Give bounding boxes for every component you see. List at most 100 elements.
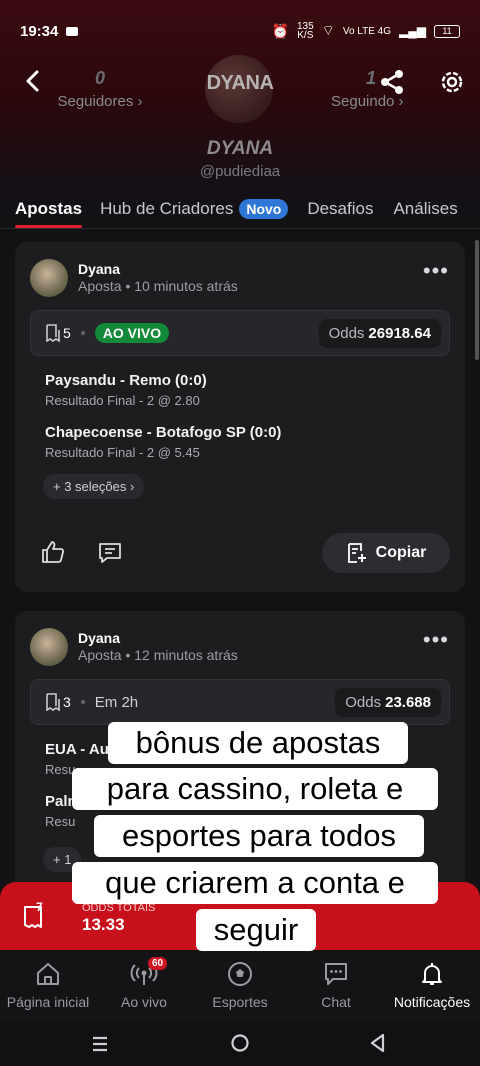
comment-icon[interactable] <box>97 540 123 566</box>
post-meta: Aposta • 12 minutos atrás <box>78 647 238 663</box>
bottom-navigation: Página inicial 60 Ao vivo Esportes Chat … <box>0 950 480 1022</box>
totals-value: 13.33 <box>82 915 125 934</box>
avatar-text: DYANA <box>206 72 274 94</box>
selection-pick: Resu <box>45 814 76 829</box>
copy-bet-button[interactable]: Copiar <box>322 533 450 573</box>
selection-pick: Resultado Final - 2 @ 5.45 <box>45 445 200 460</box>
selection-match[interactable]: Chapecoense - Botafogo SP (0:0) <box>45 424 281 441</box>
tabs-divider <box>0 228 480 229</box>
scrollbar[interactable] <box>475 240 479 360</box>
status-time: 19:34 <box>20 22 59 40</box>
like-thumbs-up-icon[interactable] <box>40 539 66 565</box>
caption-line: seguir <box>196 909 316 951</box>
selections-count-value: 5 <box>63 325 71 341</box>
nav-live[interactable]: 60 Ao vivo <box>96 950 192 1022</box>
betslip-icon <box>46 324 60 342</box>
home-circle-icon[interactable] <box>229 1032 251 1054</box>
alarm-icon: ⏰ <box>271 22 289 39</box>
betslip-icon <box>24 906 42 928</box>
start-time: Em 2h <box>94 693 139 711</box>
soccer-ball-icon <box>228 962 252 986</box>
post-meta: Aposta • 10 minutos atrás <box>78 278 238 294</box>
odds-label: Odds <box>345 693 382 711</box>
profile-display-name: DYANA <box>206 138 274 159</box>
battery-icon: 11 <box>434 24 460 38</box>
followers-label: Seguidores › <box>57 93 143 110</box>
more-selections-button[interactable]: + 3 seleções › <box>43 474 145 499</box>
network-type: Vo LTE 4G <box>342 25 392 37</box>
selection-pick: Resu <box>45 762 76 777</box>
more-options-icon[interactable]: ••• <box>423 629 449 651</box>
caption-line: para cassino, roleta e <box>72 768 438 810</box>
nav-home[interactable]: Página inicial <box>0 950 96 1022</box>
followers-stat[interactable]: 0 Seguidores › <box>50 68 150 110</box>
battery-level: 11 <box>442 26 452 36</box>
tab-label: Apostas <box>15 199 83 218</box>
status-indicators: ⏰ 135 K/S ⌔ Vo LTE 4G ▂▄▆ 11 <box>271 21 460 41</box>
tab-analises[interactable]: Análises <box>393 190 457 228</box>
profile-handle: @pudiediaa <box>199 163 281 180</box>
status-bar: 19:34 ⏰ 135 K/S ⌔ Vo LTE 4G ▂▄▆ 11 <box>0 0 480 62</box>
signal-icon: ▂▄▆ <box>399 24 426 38</box>
odds-value: 26918.64 <box>368 324 431 342</box>
nav-chat[interactable]: Chat <box>288 950 384 1022</box>
odds-box: Odds 23.688 <box>335 687 441 717</box>
live-badge: AO VIVO <box>94 323 170 343</box>
home-icon <box>37 963 59 985</box>
caption-line: esportes para todos <box>94 815 424 857</box>
selection-match[interactable]: EUA - Au <box>45 741 109 758</box>
back-triangle-icon[interactable] <box>368 1032 388 1054</box>
post-username[interactable]: Dyana <box>78 630 120 646</box>
tab-desafios[interactable]: Desafios <box>307 190 373 228</box>
chat-bubble-icon <box>325 963 347 985</box>
nav-label: Notificações <box>393 994 471 1010</box>
followers-count: 0 <box>94 68 105 88</box>
copy-betslip-icon <box>347 543 366 563</box>
profile-tabs: Apostas Hub de Criadores Novo Desafios A… <box>0 190 480 228</box>
bet-post-card: Dyana Aposta • 10 minutos atrás ••• 5 AO… <box>15 242 465 592</box>
copy-label: Copiar <box>375 544 427 561</box>
live-count-badge: 60 <box>148 957 168 970</box>
user-avatar[interactable] <box>30 259 68 297</box>
more-options-icon[interactable]: ••• <box>423 260 449 282</box>
betslip-count: 7 <box>36 900 43 914</box>
user-avatar[interactable] <box>30 628 68 666</box>
selections-count: 5 <box>45 324 71 342</box>
bet-summary-bar[interactable]: 3 Em 2h Odds 23.688 <box>30 679 450 725</box>
nav-label: Página inicial <box>6 994 90 1010</box>
bell-icon <box>422 963 442 985</box>
betslip-icon <box>46 693 60 711</box>
caption-line: que criarem a conta e <box>72 862 438 904</box>
caption-line: bônus de apostas <box>108 722 408 764</box>
selection-pick: Resultado Final - 2 @ 2.80 <box>45 393 200 408</box>
separator-dot <box>80 700 85 704</box>
network-speed: 135 K/S <box>296 21 314 41</box>
novo-badge: Novo <box>239 199 289 219</box>
post-username[interactable]: Dyana <box>78 261 120 277</box>
nav-label: Chat <box>321 994 351 1010</box>
wifi-icon: ⌔ <box>321 22 335 38</box>
recent-apps-icon[interactable] <box>90 1034 110 1054</box>
tab-label: Análises <box>393 199 458 218</box>
selections-count: 3 <box>45 693 71 711</box>
nav-label: Esportes <box>212 994 268 1010</box>
video-icon <box>66 26 79 36</box>
back-arrow-icon[interactable] <box>20 66 48 96</box>
system-navigation-bar <box>0 1022 480 1066</box>
odds-box: Odds 26918.64 <box>318 318 441 348</box>
separator-dot <box>80 331 85 335</box>
share-icon[interactable] <box>378 68 406 96</box>
odds-label: Odds <box>328 324 365 342</box>
selections-count-value: 3 <box>63 694 71 710</box>
bet-summary-bar[interactable]: 5 AO VIVO Odds 26918.64 <box>30 310 450 356</box>
app-screen: 19:34 ⏰ 135 K/S ⌔ Vo LTE 4G ▂▄▆ 11 0 Seg… <box>0 0 480 1066</box>
selection-match[interactable]: Paysandu - Remo (0:0) <box>45 372 207 389</box>
tab-apostas[interactable]: Apostas <box>15 190 83 228</box>
odds-value: 23.688 <box>385 693 431 711</box>
nav-notifications[interactable]: Notificações <box>384 950 480 1022</box>
nav-label: Ao vivo <box>121 994 167 1010</box>
nav-sports[interactable]: Esportes <box>192 950 288 1022</box>
settings-gear-icon[interactable] <box>437 67 467 97</box>
tab-hub-de-criadores[interactable]: Hub de Criadores Novo <box>100 190 289 228</box>
tab-label: Desafios <box>307 199 374 218</box>
